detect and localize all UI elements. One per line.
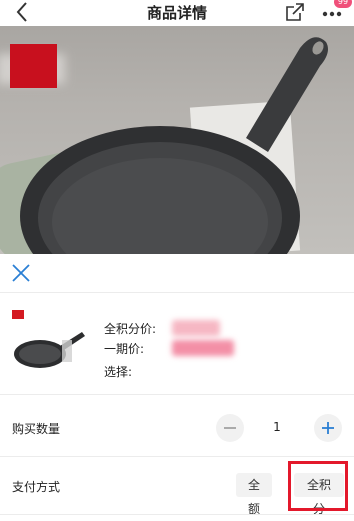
installment-price-value-blurred: [172, 340, 234, 356]
brand-logo: [10, 44, 57, 88]
highlight-frame: [288, 461, 348, 511]
share-icon[interactable]: [284, 1, 306, 23]
select-label: 选择:: [104, 365, 133, 379]
integral-price-label: 全积分价:: [104, 322, 157, 336]
payment-method-label: 支付方式: [12, 480, 61, 494]
product-image: [0, 26, 354, 254]
increase-quantity-button[interactable]: [314, 414, 342, 442]
divider: [0, 514, 354, 515]
quantity-value: 1: [273, 420, 281, 434]
quantity-label: 购买数量: [12, 422, 61, 436]
divider: [0, 292, 354, 293]
divider: [0, 456, 354, 457]
payment-option-full-amount[interactable]: 全额: [236, 473, 272, 516]
decrease-quantity-button[interactable]: [216, 414, 244, 442]
notification-badge: 99: [334, 0, 352, 8]
plus-icon: [322, 422, 334, 434]
product-thumbnail: [14, 332, 85, 368]
close-icon[interactable]: [10, 262, 32, 284]
minus-icon: [224, 427, 236, 429]
top-nav-bar: 商品详情 99: [0, 0, 354, 26]
divider: [0, 394, 354, 395]
integral-price-value-blurred: [172, 320, 220, 336]
installment-price-label: 一期价:: [104, 342, 145, 356]
